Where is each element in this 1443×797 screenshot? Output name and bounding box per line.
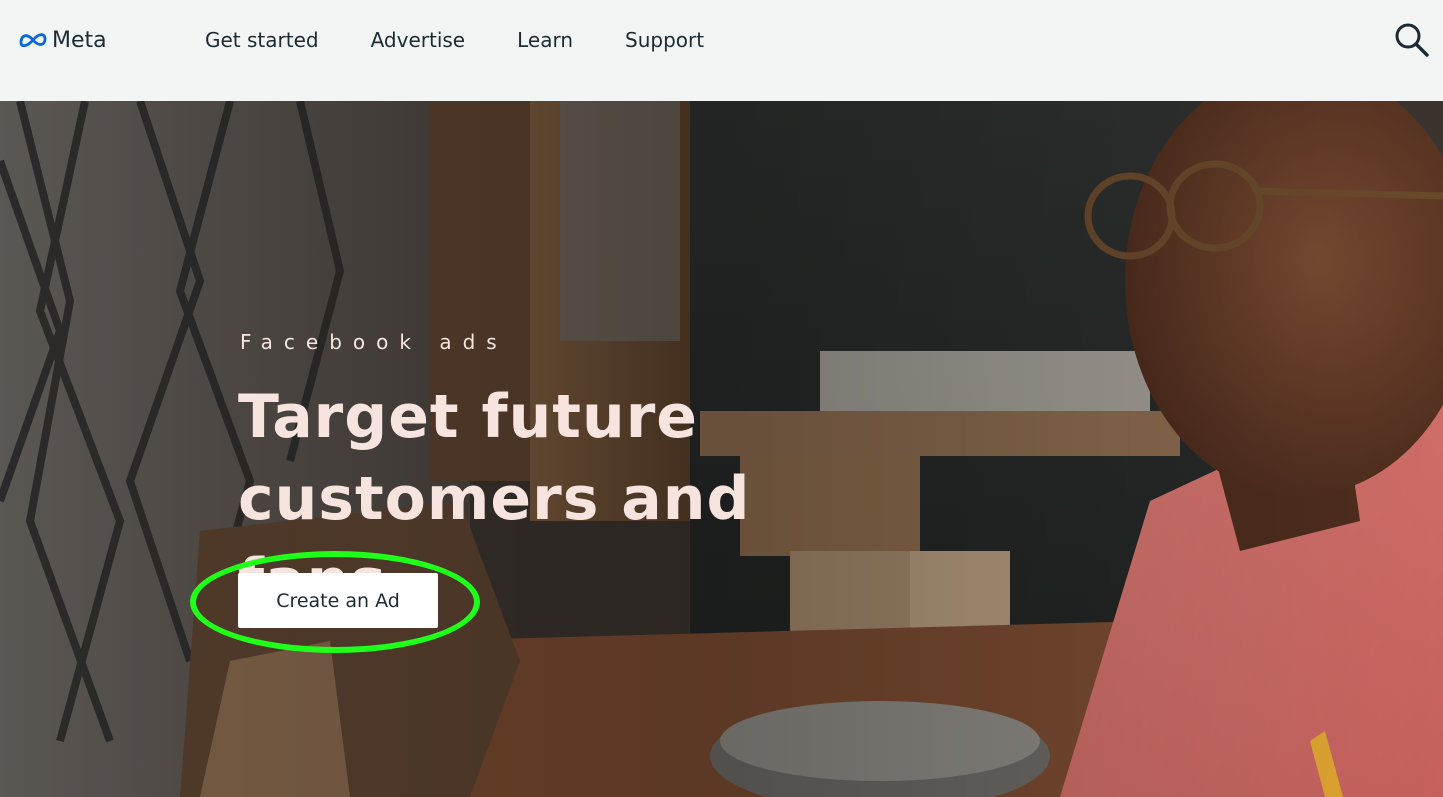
nav-learn[interactable]: Learn <box>517 26 573 54</box>
nav-advertise[interactable]: Advertise <box>371 26 466 54</box>
meta-logo-link[interactable]: Meta <box>18 25 107 55</box>
nav-get-started[interactable]: Get started <box>205 26 319 54</box>
search-button[interactable] <box>1391 20 1431 60</box>
meta-infinity-icon <box>19 33 47 48</box>
hero-eyebrow: Facebook ads <box>240 330 508 354</box>
main-nav: Get started Advertise Learn Support <box>205 26 756 54</box>
meta-logo-text: Meta <box>52 27 107 53</box>
hero-headline-line-1: Target future <box>238 382 698 452</box>
search-icon <box>1395 23 1429 57</box>
nav-support[interactable]: Support <box>625 26 704 54</box>
hero-section: Facebook ads Target future customers and… <box>0 101 1443 797</box>
top-navigation-bar: Meta Get started Advertise Learn Support <box>0 0 1443 101</box>
create-an-ad-button[interactable]: Create an Ad <box>238 573 438 628</box>
